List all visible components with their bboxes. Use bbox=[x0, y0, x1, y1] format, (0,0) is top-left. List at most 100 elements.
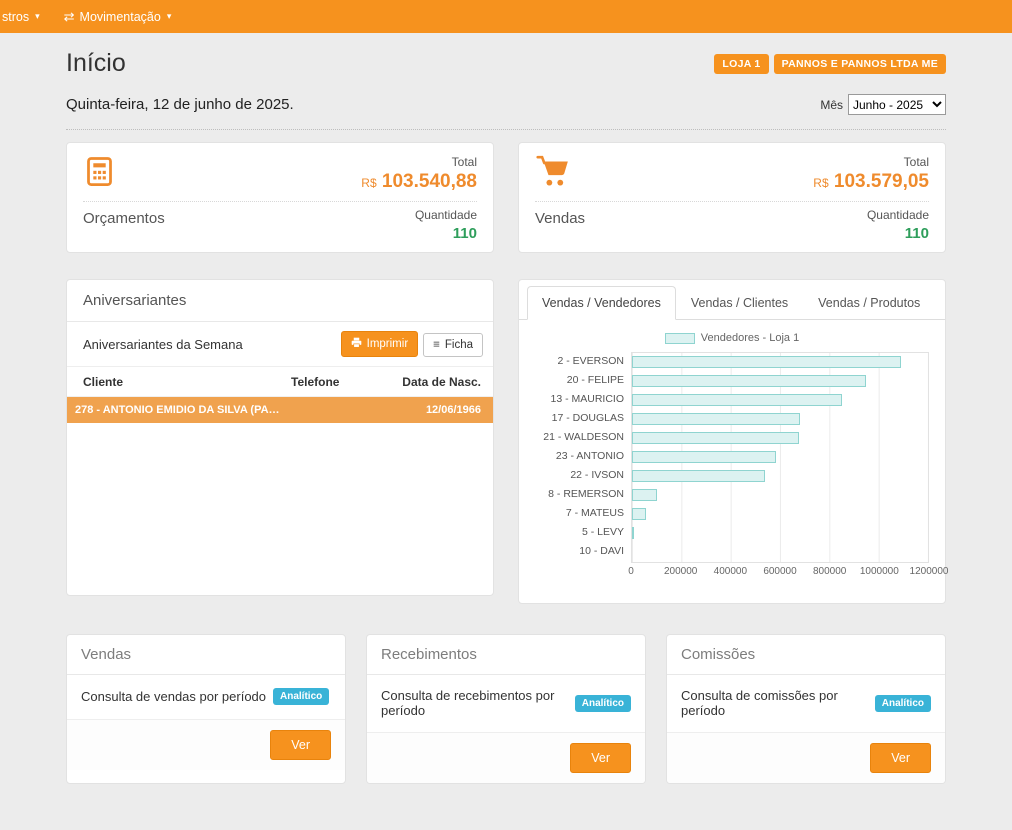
column-telefone: Telefone bbox=[291, 375, 381, 389]
comissoes-report-card: Comissões Consulta de comissões por perí… bbox=[666, 634, 946, 784]
tab-vendas-vendedores[interactable]: Vendas / Vendedores bbox=[527, 286, 676, 320]
aniversariantes-card: Aniversariantes Aniversariantes da Seman… bbox=[66, 279, 494, 596]
list-icon: ≡ bbox=[433, 339, 440, 351]
total-label: Total bbox=[361, 155, 477, 169]
card-name: Orçamentos bbox=[83, 210, 165, 227]
chart-bar bbox=[632, 375, 866, 387]
chart-x-tick: 1000000 bbox=[860, 566, 899, 577]
chart-category-label: 22 - IVSON bbox=[535, 466, 631, 485]
header-badges: LOJA 1 PANNOS E PANNOS LTDA ME bbox=[714, 54, 946, 74]
month-select[interactable]: Junho - 2025 bbox=[848, 94, 946, 115]
chart-bar-row bbox=[632, 486, 928, 505]
cart-icon bbox=[535, 155, 571, 192]
chart-category-label: 13 - MAURICIO bbox=[535, 390, 631, 409]
chart-bar bbox=[632, 356, 901, 368]
chart-category-axis: 2 - EVERSON20 - FELIPE13 - MAURICIO17 - … bbox=[535, 352, 631, 563]
chart-x-tick: 200000 bbox=[664, 566, 697, 577]
chart-bar-row bbox=[632, 524, 928, 543]
recebimentos-report-card: Recebimentos Consulta de recebimentos po… bbox=[366, 634, 646, 784]
nav-item-movimentacao[interactable]: ⇄ Movimentação ▾ bbox=[52, 0, 184, 33]
quantity-label: Quantidade bbox=[867, 208, 929, 222]
birthdays-table-header: Cliente Telefone Data de Nasc. bbox=[67, 367, 493, 397]
chart-bar bbox=[632, 451, 776, 463]
nav-item-label: Movimentação bbox=[80, 10, 161, 24]
chart-bar-row bbox=[632, 410, 928, 429]
report-description: Consulta de comissões por período bbox=[681, 688, 868, 718]
chart-category-label: 17 - DOUGLAS bbox=[535, 409, 631, 428]
report-title: Vendas bbox=[67, 635, 345, 675]
chart-category-label: 2 - EVERSON bbox=[535, 352, 631, 371]
cliente-cell: 278 - ANTONIO EMIDIO DA SILVA (PALE... bbox=[75, 404, 291, 416]
chart-category-label: 21 - WALDESON bbox=[535, 428, 631, 447]
chart-bar bbox=[632, 394, 842, 406]
chart-bar-row bbox=[632, 429, 928, 448]
chart-bar-row bbox=[632, 372, 928, 391]
orcamentos-card: Total R$ 103.540,88 Orçamentos Quantidad… bbox=[66, 142, 494, 253]
report-description: Consulta de vendas por período bbox=[81, 689, 266, 704]
chart-bar bbox=[632, 489, 657, 501]
printer-icon bbox=[351, 337, 362, 351]
caret-down-icon: ▾ bbox=[35, 11, 40, 22]
ver-button[interactable]: Ver bbox=[270, 730, 331, 760]
chart-x-tick: 1200000 bbox=[910, 566, 949, 577]
data-nasc-cell: 12/06/1966 bbox=[381, 404, 481, 416]
divider bbox=[83, 201, 477, 202]
analitico-badge: Analítico bbox=[875, 695, 931, 712]
quantity-value: 110 bbox=[867, 225, 929, 242]
caret-down-icon: ▾ bbox=[167, 11, 172, 22]
chart-x-tick: 600000 bbox=[763, 566, 796, 577]
imprimir-button[interactable]: Imprimir bbox=[341, 331, 419, 357]
chart-bar bbox=[632, 508, 646, 520]
chart-x-tick: 400000 bbox=[714, 566, 747, 577]
analitico-badge: Analítico bbox=[575, 695, 631, 712]
vendas-card: Total R$ 103.579,05 Vendas Quantidade 11… bbox=[518, 142, 946, 253]
chart-bar bbox=[632, 432, 799, 444]
column-cliente: Cliente bbox=[83, 375, 291, 389]
chart-category-label: 10 - DAVI bbox=[535, 542, 631, 561]
tab-vendas-clientes[interactable]: Vendas / Clientes bbox=[676, 286, 803, 320]
total-label: Total bbox=[813, 155, 929, 169]
chart-bar-row bbox=[632, 505, 928, 524]
report-title: Recebimentos bbox=[367, 635, 645, 675]
chart-category-label: 23 - ANTONIO bbox=[535, 447, 631, 466]
chart-bar-row bbox=[632, 448, 928, 467]
ver-button[interactable]: Ver bbox=[870, 743, 931, 773]
exchange-icon: ⇄ bbox=[64, 9, 75, 25]
date-row: Quinta-feira, 12 de junho de 2025. Mês J… bbox=[66, 94, 946, 130]
tab-vendas-produtos[interactable]: Vendas / Produtos bbox=[803, 286, 935, 320]
aniversariantes-subtitle: Aniversariantes da Semana bbox=[83, 337, 243, 352]
current-date: Quinta-feira, 12 de junho de 2025. bbox=[66, 96, 294, 113]
chart-x-tick: 0 bbox=[628, 566, 634, 577]
analitico-badge: Analítico bbox=[273, 688, 329, 705]
chart-x-axis: 020000040000060000080000010000001200000 bbox=[631, 566, 929, 581]
quantity-label: Quantidade bbox=[415, 208, 477, 222]
divider bbox=[535, 201, 929, 202]
total-value: R$ 103.540,88 bbox=[361, 171, 477, 193]
chart-bar-row bbox=[632, 543, 928, 562]
vendas-painel-card: Vendas / Vendedores Vendas / Clientes Ve… bbox=[518, 279, 946, 604]
quantity-value: 110 bbox=[415, 225, 477, 242]
legend-label: Vendedores - Loja 1 bbox=[701, 332, 799, 344]
chart-bar bbox=[632, 527, 634, 539]
chart-bar-row bbox=[632, 353, 928, 372]
chart-bar bbox=[632, 470, 765, 482]
legend-swatch bbox=[665, 333, 695, 344]
calculator-icon bbox=[83, 155, 116, 193]
month-label: Mês bbox=[820, 98, 843, 112]
chart-plot-area bbox=[631, 352, 929, 563]
ficha-button[interactable]: ≡ Ficha bbox=[423, 333, 483, 357]
top-navbar: stros ▾ ⇄ Movimentação ▾ bbox=[0, 0, 1012, 33]
card-name: Vendas bbox=[535, 210, 585, 227]
vendas-report-card: Vendas Consulta de vendas por período An… bbox=[66, 634, 346, 784]
page-title: Início bbox=[66, 49, 126, 78]
report-description: Consulta de recebimentos por período bbox=[381, 688, 568, 718]
company-badge: PANNOS E PANNOS LTDA ME bbox=[774, 54, 946, 74]
chart-bar-row bbox=[632, 467, 928, 486]
nav-item-cadastros[interactable]: stros ▾ bbox=[0, 0, 52, 33]
ver-button[interactable]: Ver bbox=[570, 743, 631, 773]
chart-category-label: 20 - FELIPE bbox=[535, 371, 631, 390]
aniversariantes-title: Aniversariantes bbox=[67, 280, 493, 322]
table-row[interactable]: 278 - ANTONIO EMIDIO DA SILVA (PALE... 1… bbox=[67, 397, 493, 423]
chart-bar-row bbox=[632, 391, 928, 410]
chart-category-label: 7 - MATEUS bbox=[535, 504, 631, 523]
